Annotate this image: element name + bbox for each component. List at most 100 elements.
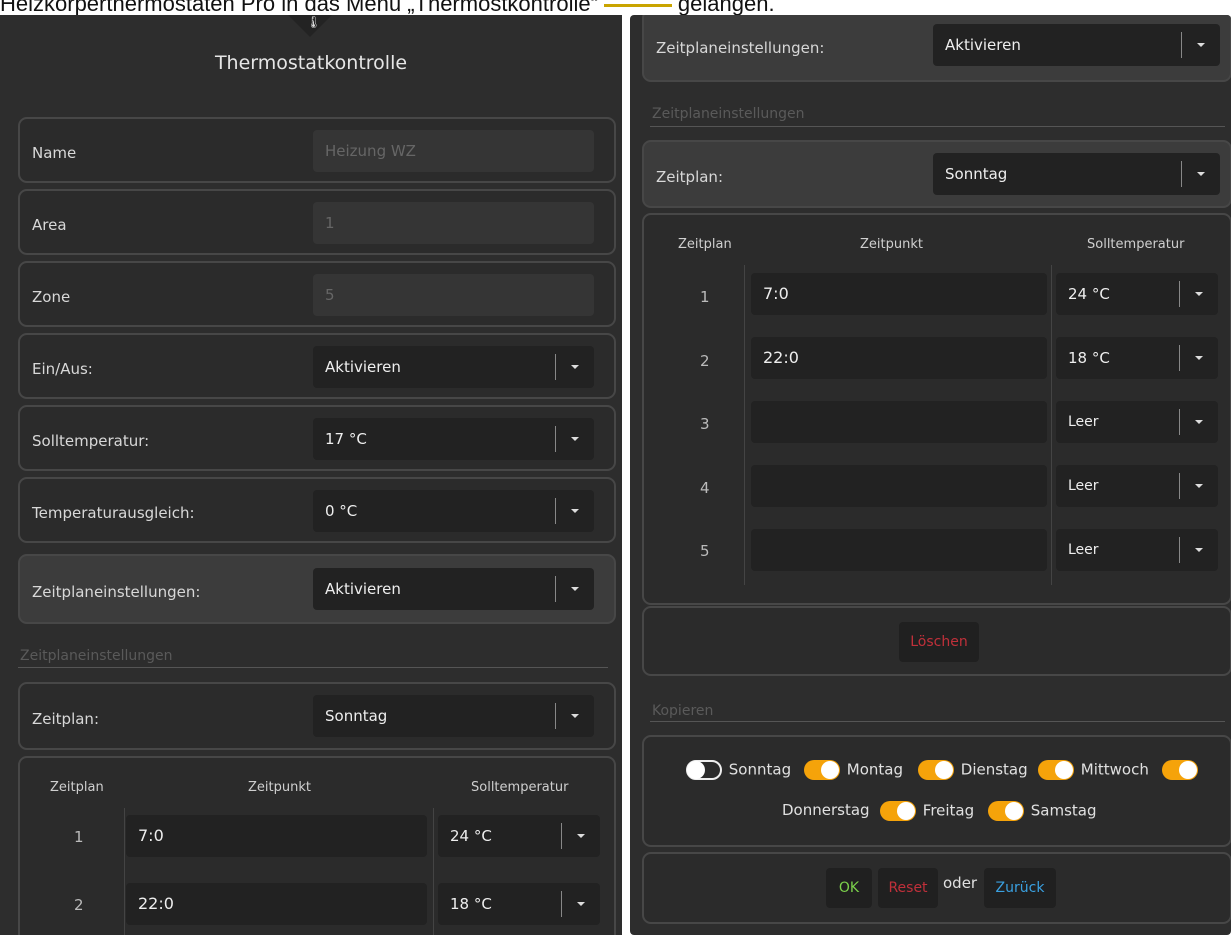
day-toggle-sonntag[interactable]: Sonntag (686, 760, 791, 780)
ausgleich-label: Temperaturausgleich: (32, 504, 195, 522)
temp-select[interactable]: Leer (1056, 401, 1218, 443)
zeitplan-select[interactable]: Sonntag (933, 153, 1220, 195)
toggle-switch (1162, 760, 1198, 780)
time-field[interactable] (751, 401, 1047, 443)
einaus-select[interactable]: Aktivieren (313, 346, 594, 388)
time-field[interactable]: 7:0 (126, 815, 427, 857)
dialog-tab-notch: 🌡 (288, 15, 332, 37)
select-separator (1179, 345, 1180, 371)
time-field[interactable]: 22:0 (751, 337, 1047, 379)
solltemp-select[interactable]: 17 °C (313, 418, 594, 460)
name-row: Name Heizung WZ (18, 117, 616, 183)
row-number: 2 (74, 896, 84, 914)
name-label: Name (32, 144, 77, 162)
chevron-down-icon (571, 365, 579, 369)
row-number: 2 (700, 352, 710, 370)
zeitplaneinst-select[interactable]: Aktivieren (313, 568, 594, 610)
chevron-down-icon (1195, 356, 1203, 360)
day-label: Sonntag (728, 760, 792, 779)
area-row: Area 1 (18, 189, 616, 255)
temp-select[interactable]: 18 °C (1056, 337, 1218, 379)
zeitplan-value: Sonntag (325, 707, 388, 725)
ausgleich-select[interactable]: 0 °C (313, 490, 594, 532)
copy-days-row: Sonntag Montag Dienstag Mittwoch Donners… (642, 735, 1231, 847)
section-divider (18, 667, 608, 668)
reset-button[interactable]: Reset (878, 868, 938, 908)
select-separator (555, 703, 556, 729)
temp-value: Leer (1068, 478, 1099, 494)
column-divider (1051, 265, 1052, 585)
day-toggle-freitag[interactable]: Freitag (880, 801, 974, 821)
zeitplaneinst-value: Aktivieren (325, 580, 401, 598)
chevron-down-icon (1197, 43, 1205, 47)
temp-select[interactable]: Leer (1056, 465, 1218, 507)
zeitplaneinst-value: Aktivieren (945, 36, 1021, 54)
toggle-switch (686, 760, 722, 780)
solltemp-value: 17 °C (325, 430, 367, 448)
select-separator (555, 576, 556, 602)
zeitplan-label: Zeitplan: (656, 168, 723, 186)
zeitplan-label: Zeitplan: (32, 710, 99, 728)
time-field[interactable] (751, 465, 1047, 507)
area-field[interactable]: 1 (313, 202, 594, 244)
day-toggle-dienstag[interactable]: Dienstag (918, 760, 1028, 780)
zeitplan-select[interactable]: Sonntag (313, 695, 594, 737)
select-separator (561, 823, 562, 849)
temp-select[interactable]: Leer (1056, 529, 1218, 571)
headline-post: gelangen. (677, 0, 775, 15)
toggle-switch (1038, 760, 1074, 780)
temp-value: 24 °C (450, 827, 492, 845)
column-divider (433, 808, 434, 935)
toggle-knob (897, 802, 915, 820)
col-header-zeitplan: Zeitplan (678, 237, 732, 252)
zone-field[interactable]: 5 (313, 274, 594, 316)
temp-select[interactable]: 24 °C (438, 815, 600, 857)
zeitplaneinst-label: Zeitplaneinstellungen: (32, 583, 201, 601)
toggle-knob (687, 761, 705, 779)
col-header-zeitplan: Zeitplan (50, 780, 104, 795)
delete-button[interactable]: Löschen (899, 622, 979, 662)
einaus-label: Ein/Aus: (32, 360, 93, 378)
name-field[interactable]: Heizung WZ (313, 130, 594, 172)
column-divider (744, 265, 745, 585)
action-row: OK Reset oder Zurück (642, 852, 1231, 924)
time-field[interactable] (751, 529, 1047, 571)
toggle-switch (988, 801, 1024, 821)
row-number: 5 (700, 542, 710, 560)
thermostat-dialog-left: 🌡 Thermostatkontrolle Name Heizung WZ Ar… (0, 15, 622, 935)
chevron-down-icon (577, 902, 585, 906)
col-header-zeitpunkt: Zeitpunkt (860, 237, 923, 252)
zeitplan-row: Zeitplan: Sonntag (18, 682, 616, 750)
time-field[interactable]: 7:0 (751, 273, 1047, 315)
zeitplaneinst-select[interactable]: Aktivieren (933, 24, 1220, 66)
section-title-kopieren: Kopieren (652, 703, 714, 719)
day-toggle-mittwoch[interactable]: Mittwoch (1038, 760, 1149, 780)
section-title-zeitplan: Zeitplaneinstellungen (652, 106, 805, 122)
einaus-row: Ein/Aus: Aktivieren (18, 333, 616, 399)
highlight-mark (603, 3, 672, 7)
toggle-switch (880, 801, 916, 821)
toggle-knob (935, 761, 953, 779)
back-button[interactable]: Zurück (984, 868, 1056, 908)
headline-pre: Heizkörperthermostaten Pro in das Menü „… (0, 0, 598, 15)
select-separator (1179, 473, 1180, 499)
zeitplan-value: Sonntag (945, 165, 1008, 183)
day-toggle-donnerstag[interactable] (1162, 760, 1200, 780)
time-field[interactable]: 22:0 (126, 883, 427, 925)
temp-select[interactable]: 24 °C (1056, 273, 1218, 315)
oder-text: oder (943, 874, 978, 892)
col-header-solltemperatur: Solltemperatur (1087, 237, 1185, 252)
toggle-knob (1055, 761, 1073, 779)
day-label: Montag (846, 760, 904, 779)
ok-button[interactable]: OK (826, 868, 872, 908)
chevron-down-icon (571, 437, 579, 441)
day-toggle-montag[interactable]: Montag (804, 760, 903, 780)
zeitplaneinst-row: Zeitplaneinstellungen: Aktivieren (642, 15, 1231, 82)
temp-select[interactable]: 18 °C (438, 883, 600, 925)
day-toggle-samstag[interactable]: Samstag (988, 801, 1097, 821)
row-number: 4 (700, 479, 710, 497)
temp-value: Leer (1068, 542, 1099, 558)
temp-value: 18 °C (1068, 349, 1110, 367)
section-title-zeitplan: Zeitplaneinstellungen (20, 648, 173, 664)
toggle-switch (918, 760, 954, 780)
